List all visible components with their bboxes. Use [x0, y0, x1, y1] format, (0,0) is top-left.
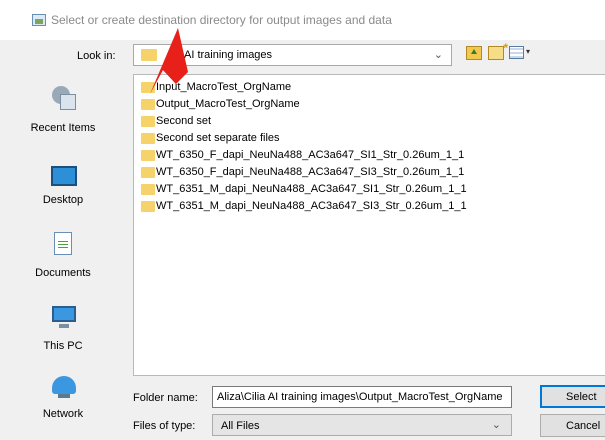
file-name: Second set separate files: [156, 132, 280, 144]
up-one-level-icon[interactable]: [466, 46, 482, 60]
sidebar-item-recent-items[interactable]: Recent Items: [0, 86, 126, 138]
folder-icon: [141, 167, 155, 178]
folder-name-label: Folder name:: [133, 392, 198, 404]
sidebar-item-desktop[interactable]: Desktop: [0, 166, 126, 218]
recent-items-icon: [52, 86, 76, 112]
sidebar-item-this-pc[interactable]: This PC: [0, 304, 126, 356]
desktop-icon: [51, 166, 77, 186]
documents-icon: [54, 232, 72, 255]
folder-icon: [141, 133, 155, 144]
view-menu-icon[interactable]: [509, 46, 524, 59]
folder-name-field[interactable]: [212, 386, 512, 408]
file-name: Second set: [156, 115, 212, 127]
file-name: WT_6350_F_dapi_NeuNa488_AC3a647_SI3_Str_…: [156, 166, 465, 178]
sidebar-item-label: This PC: [43, 340, 83, 352]
cancel-button[interactable]: Cancel: [540, 414, 605, 437]
files-of-type-value: All Files: [221, 420, 260, 432]
title-bar: Select or create destination directory f…: [0, 0, 605, 40]
folder-icon: [141, 184, 155, 195]
red-arrow-annotation-icon: [150, 28, 188, 94]
folder-icon: [141, 150, 155, 161]
folder-icon: [141, 99, 155, 110]
network-icon: [52, 376, 76, 398]
file-name: Output_MacroTest_OrgName: [156, 98, 300, 110]
files-of-type-label: Files of type:: [133, 420, 196, 432]
files-of-type-dropdown[interactable]: All Files ⌄: [212, 414, 512, 436]
select-button[interactable]: Select: [540, 385, 605, 408]
sidebar-item-label: Desktop: [42, 194, 84, 206]
file-name: WT_6351_M_dapi_NeuNa488_AC3a647_SI1_Str_…: [156, 183, 467, 195]
sidebar-item-documents[interactable]: Documents: [0, 232, 126, 284]
view-menu-arrow-icon[interactable]: ▾: [526, 47, 530, 56]
sidebar-item-label: Documents: [35, 267, 91, 279]
this-pc-icon: [52, 306, 76, 328]
places-sidebar: Recent Items Desktop Documents This PC N…: [0, 80, 126, 440]
file-name: WT_6350_F_dapi_NeuNa488_AC3a647_SI1_Str_…: [156, 149, 465, 161]
folder-icon: [141, 201, 155, 212]
sidebar-item-label: Network: [42, 408, 84, 420]
chevron-down-icon: ⌄: [491, 419, 501, 431]
look-in-label: Look in:: [77, 50, 116, 62]
file-list[interactable]: Input_MacroTest_OrgName Output_MacroTest…: [133, 74, 605, 376]
new-folder-icon[interactable]: [488, 41, 508, 60]
chevron-down-icon: ⌄: [433, 49, 443, 61]
sidebar-item-network[interactable]: Network: [0, 376, 126, 428]
java-app-icon: [32, 14, 46, 26]
file-name: WT_6351_M_dapi_NeuNa488_AC3a647_SI3_Str_…: [156, 200, 467, 212]
folder-icon: [141, 116, 155, 127]
dialog-title: Select or create destination directory f…: [51, 13, 392, 27]
sidebar-item-label: Recent Items: [30, 122, 96, 134]
